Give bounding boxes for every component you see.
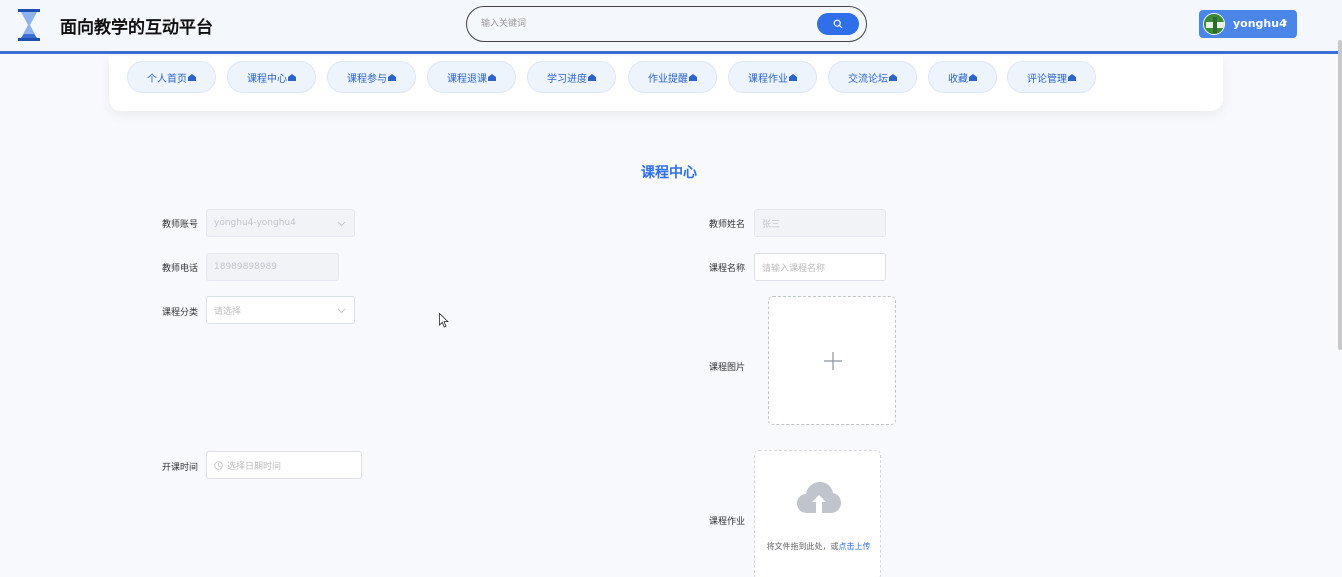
nav-item-label: 课程中心 (247, 73, 287, 85)
search-bar (466, 6, 867, 42)
teacher-account-label: 教师账号 (161, 220, 198, 230)
nav-item-learning-progress[interactable]: 学习进度 (527, 61, 616, 93)
teacher-phone-label: 教师电话 (161, 264, 198, 274)
nav-item-homework-reminder[interactable]: 作业提醒 (628, 61, 717, 93)
search-input[interactable] (481, 15, 801, 33)
dropzone-text: 将文件拖到此处，或点击上传 (755, 533, 882, 561)
nav-item-label: 作业提醒 (648, 73, 688, 85)
search-button[interactable] (817, 13, 859, 35)
course-category-label: 课程分类 (161, 308, 198, 318)
course-category-placeholder: 请选择 (214, 306, 242, 317)
course-category-select[interactable]: 请选择 (206, 296, 355, 324)
nav-item-course-center[interactable]: 课程中心 (227, 61, 316, 93)
home-icon (388, 73, 396, 81)
nav-item-course-participation[interactable]: 课程参与 (327, 61, 416, 93)
chevron-down-icon (337, 308, 346, 314)
chevron-down-icon (337, 221, 346, 227)
page-title: 课程中心 (641, 165, 697, 181)
teacher-name-label: 教师姓名 (708, 220, 745, 230)
course-name-label: 课程名称 (708, 264, 745, 274)
start-time-placeholder: 选择日期时间 (227, 461, 282, 472)
hourglass-logo-icon (18, 9, 40, 41)
nav-item-label: 收藏 (948, 73, 968, 85)
home-icon (488, 73, 496, 81)
top-header: 面向教学的互动平台 yonghu4 ▾ (0, 0, 1342, 54)
mouse-cursor-icon (439, 313, 449, 328)
nav-item-label: 课程退课 (447, 73, 487, 85)
nav-item-course-withdrawal[interactable]: 课程退课 (427, 61, 516, 93)
nav-item-favorites[interactable]: 收藏 (928, 61, 997, 93)
teacher-phone-value: 18989898989 (214, 262, 277, 272)
course-homework-label: 课程作业 (708, 517, 745, 527)
home-icon (288, 73, 296, 81)
home-icon (889, 73, 897, 81)
home-icon (969, 73, 977, 81)
nav-item-label: 课程参与 (347, 73, 387, 85)
search-icon (833, 19, 843, 29)
home-icon (588, 73, 596, 81)
teacher-name-value: 张三 (762, 219, 781, 230)
course-image-label: 课程图片 (708, 363, 745, 373)
nav-item-label: 个人首页 (147, 73, 187, 85)
course-name-placeholder: 请输入课程名称 (762, 263, 826, 274)
avatar-image-icon (1204, 14, 1224, 34)
start-time-label: 开课时间 (161, 463, 198, 473)
nav-item-course-homework[interactable]: 课程作业 (728, 61, 817, 93)
home-icon (689, 73, 697, 81)
nav-item-label: 交流论坛 (848, 73, 888, 85)
course-name-input[interactable]: 请输入课程名称 (754, 253, 886, 281)
teacher-account-select: yonghu4-yonghu4 (206, 209, 355, 237)
nav-item-personal-home[interactable]: 个人首页 (127, 61, 216, 93)
homework-file-dropzone[interactable]: 将文件拖到此处，或点击上传 (754, 450, 881, 577)
nav-item-label: 评论管理 (1027, 73, 1067, 85)
plus-icon (824, 352, 842, 370)
page-scrollbar[interactable] (1338, 40, 1342, 350)
dropzone-instruction: 将文件拖到此处，或 (766, 542, 839, 551)
avatar (1203, 13, 1225, 35)
click-upload-link[interactable]: 点击上传 (839, 542, 871, 551)
nav-item-label: 课程作业 (748, 73, 788, 85)
nav-item-label: 学习进度 (547, 73, 587, 85)
cloud-upload-icon (797, 482, 841, 513)
course-image-uploader[interactable] (768, 296, 896, 425)
teacher-phone-field: 18989898989 (206, 253, 339, 281)
start-time-picker[interactable]: 选择日期时间 (206, 451, 362, 479)
caret-down-icon: ▾ (1283, 18, 1288, 27)
home-icon (188, 73, 196, 81)
clock-icon (214, 460, 223, 470)
user-name: yonghu4 (1233, 17, 1287, 30)
teacher-account-value: yonghu4-yonghu4 (214, 218, 296, 228)
site-title[interactable]: 面向教学的互动平台 (60, 13, 213, 38)
home-icon (789, 73, 797, 81)
nav-bar: 个人首页 课程中心 课程参与 课程退课 学习进度 作业提醒 课程作业 交流论坛 … (109, 56, 1223, 111)
home-icon (1068, 73, 1076, 81)
nav-item-comment-management[interactable]: 评论管理 (1007, 61, 1096, 93)
nav-item-forum[interactable]: 交流论坛 (828, 61, 917, 93)
user-menu-button[interactable]: yonghu4 ▾ (1199, 10, 1297, 38)
teacher-name-field: 张三 (754, 209, 886, 237)
